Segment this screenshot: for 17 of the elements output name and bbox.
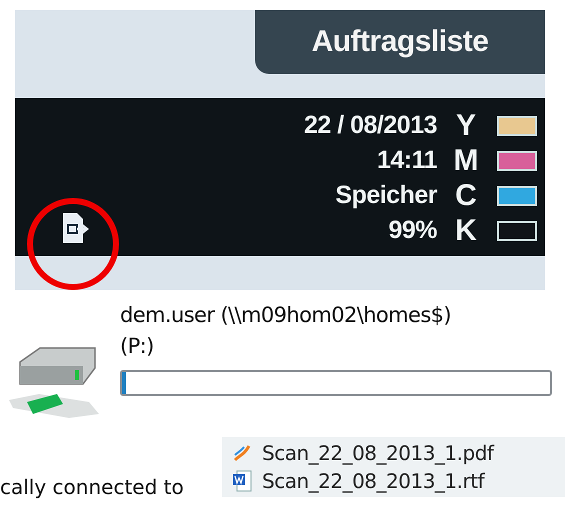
word-document-icon [232,470,252,492]
job-list-tab[interactable]: Auftragsliste [255,10,545,74]
ink-letter: K [454,214,478,248]
ink-letter: M [452,144,480,178]
drive-letter: (P:) [120,333,155,360]
body-text: cally connected to [0,475,184,499]
drive-name: dem.user (\\m09hom02\homes$) [120,302,452,329]
ink-letter: Y [454,108,477,142]
memory-label: Speicher [335,180,437,211]
time-text: 14:11 [376,145,437,176]
date-text: 22 / 08/2013 [304,110,437,141]
memory-value: 99% [388,215,437,246]
ink-letter: C [454,178,478,212]
file-item[interactable]: Scan_22_08_2013_1.rtf [232,469,565,493]
file-item[interactable]: Scan_22_08_2013_1.pdf [232,441,565,465]
pdf-file-icon [232,443,252,463]
document-export-icon [60,212,90,244]
